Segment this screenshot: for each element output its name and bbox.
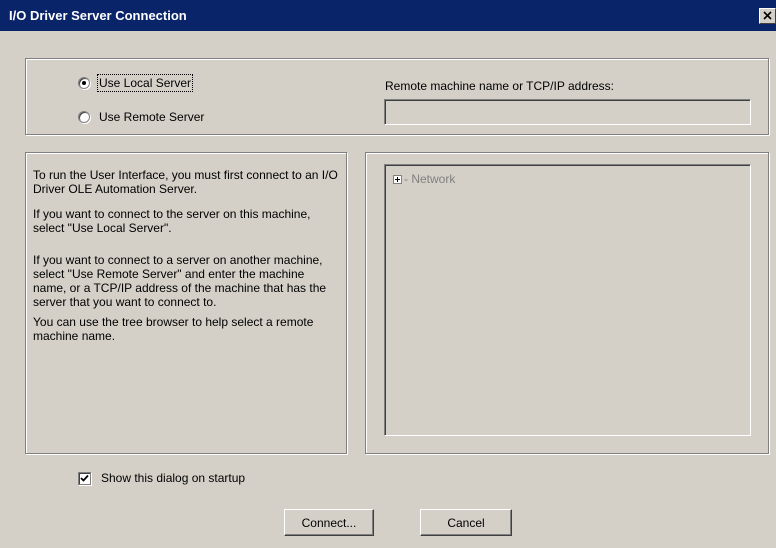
- use-remote-server-radio[interactable]: Use Remote Server: [78, 110, 204, 124]
- remote-address-label: Remote machine name or TCP/IP address:: [385, 79, 614, 93]
- title-bar[interactable]: I/O Driver Server Connection: [0, 0, 776, 31]
- cancel-button[interactable]: Cancel: [420, 509, 512, 536]
- close-button[interactable]: [759, 8, 776, 24]
- expand-plus-icon[interactable]: [393, 174, 402, 184]
- remote-radio-label: Use Remote Server: [99, 110, 205, 124]
- startup-checkbox-label: Show this dialog on startup: [101, 471, 246, 485]
- dialog-window: I/O Driver Server Connection Use Local S…: [0, 0, 776, 548]
- help-text: To run the User Interface, you must firs…: [33, 168, 339, 354]
- help-paragraph: You can use the tree browser to help sel…: [33, 315, 314, 343]
- remote-address-input[interactable]: [384, 99, 751, 125]
- help-paragraph: To run the User Interface, you must firs…: [33, 168, 338, 196]
- window-title: I/O Driver Server Connection: [9, 8, 187, 23]
- startup-checkbox-indicator[interactable]: [78, 471, 91, 485]
- network-tree[interactable]: - Network: [384, 164, 751, 436]
- use-local-server-radio[interactable]: Use Local Server: [78, 74, 194, 92]
- tree-node-label: Network: [411, 172, 456, 186]
- tree-node-network[interactable]: - Network: [393, 172, 455, 186]
- help-paragraph: If you want to connect to a server on an…: [33, 253, 327, 309]
- tree-connector: -: [404, 172, 412, 186]
- local-radio-indicator[interactable]: [78, 77, 90, 89]
- show-on-startup-checkbox[interactable]: Show this dialog on startup: [78, 471, 245, 485]
- connect-button[interactable]: Connect...: [284, 509, 374, 536]
- help-paragraph: If you want to connect to the server on …: [33, 207, 311, 235]
- local-radio-label: Use Local Server: [96, 74, 194, 92]
- close-icon: [763, 11, 772, 20]
- remote-radio-indicator[interactable]: [78, 111, 90, 123]
- checkmark-icon: [80, 474, 89, 482]
